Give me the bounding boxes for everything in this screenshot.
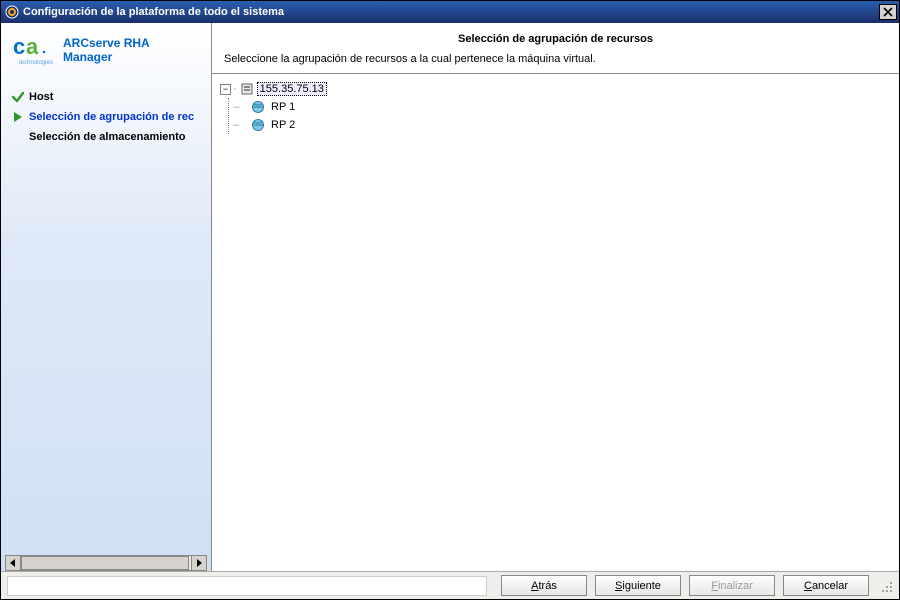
tree-node-host[interactable]: − · 155.35.75.13 bbox=[220, 80, 891, 98]
resourcepool-icon bbox=[251, 118, 265, 132]
expander-toggle[interactable]: − bbox=[220, 84, 231, 95]
scroll-left-button[interactable] bbox=[5, 555, 21, 571]
tree-node-label[interactable]: RP 2 bbox=[269, 119, 297, 131]
scroll-thumb[interactable] bbox=[21, 556, 189, 570]
close-button[interactable] bbox=[879, 4, 897, 20]
blank-icon bbox=[11, 130, 25, 144]
body: c a technologies ARCserve RHA Manager bbox=[1, 23, 899, 571]
check-icon bbox=[11, 90, 25, 104]
page-subtitle: Seleccione la agrupación de recursos a l… bbox=[224, 53, 887, 65]
resourcepool-icon bbox=[251, 100, 265, 114]
cancel-button[interactable]: Cancelar bbox=[783, 575, 869, 596]
step-resource-pool[interactable]: Selección de agrupación de rec bbox=[1, 107, 211, 127]
step-label: Selección de almacenamiento bbox=[29, 131, 186, 143]
resize-grip[interactable] bbox=[879, 579, 893, 593]
resource-pool-tree[interactable]: − · 155.35.75.13 ┈ RP 1 bbox=[212, 74, 899, 571]
tree-node-rp[interactable]: ┈ RP 1 bbox=[233, 98, 891, 116]
scroll-track[interactable] bbox=[21, 555, 191, 571]
logo-subtext: technologies bbox=[19, 60, 53, 66]
main-panel: Selección de agrupación de recursos Sele… bbox=[211, 23, 899, 571]
play-icon bbox=[11, 110, 25, 124]
host-icon bbox=[240, 82, 254, 96]
ca-logo: c a technologies bbox=[13, 33, 59, 67]
app-icon bbox=[5, 5, 19, 19]
svg-text:c: c bbox=[13, 34, 25, 59]
sidebar: c a technologies ARCserve RHA Manager bbox=[1, 23, 211, 571]
next-button[interactable]: Siguiente bbox=[595, 575, 681, 596]
page-title: Selección de agrupación de recursos bbox=[224, 33, 887, 45]
main-header: Selección de agrupación de recursos Sele… bbox=[212, 23, 899, 74]
wizard-window: Configuración de la plataforma de todo e… bbox=[0, 0, 900, 600]
footer: Atrás Siguiente Finalizar Cancelar bbox=[1, 571, 899, 599]
tree-node-label[interactable]: 155.35.75.13 bbox=[257, 82, 327, 96]
tree-root: − · 155.35.75.13 ┈ RP 1 bbox=[220, 80, 891, 134]
back-button[interactable]: Atrás bbox=[501, 575, 587, 596]
status-bar bbox=[7, 576, 487, 596]
wizard-steps: Host Selección de agrupación de rec Sele… bbox=[1, 87, 211, 147]
sidebar-hscrollbar[interactable] bbox=[5, 555, 207, 571]
brand: c a technologies ARCserve RHA Manager bbox=[1, 23, 211, 75]
tree-children: ┈ RP 1 ┈ RP 2 bbox=[228, 98, 891, 134]
brand-line2: Manager bbox=[63, 50, 150, 64]
scroll-right-button[interactable] bbox=[191, 555, 207, 571]
svg-text:a: a bbox=[26, 34, 39, 59]
tree-node-rp[interactable]: ┈ RP 2 bbox=[233, 116, 891, 134]
window-title: Configuración de la plataforma de todo e… bbox=[23, 6, 879, 18]
brand-line1: ARCserve RHA bbox=[63, 36, 150, 50]
step-label: Host bbox=[29, 91, 53, 103]
finish-button: Finalizar bbox=[689, 575, 775, 596]
step-label: Selección de agrupación de rec bbox=[29, 111, 194, 123]
tree-node-label[interactable]: RP 1 bbox=[269, 101, 297, 113]
step-storage[interactable]: Selección de almacenamiento bbox=[1, 127, 211, 147]
titlebar: Configuración de la plataforma de todo e… bbox=[1, 1, 899, 23]
step-host[interactable]: Host bbox=[1, 87, 211, 107]
brand-text: ARCserve RHA Manager bbox=[63, 36, 150, 64]
